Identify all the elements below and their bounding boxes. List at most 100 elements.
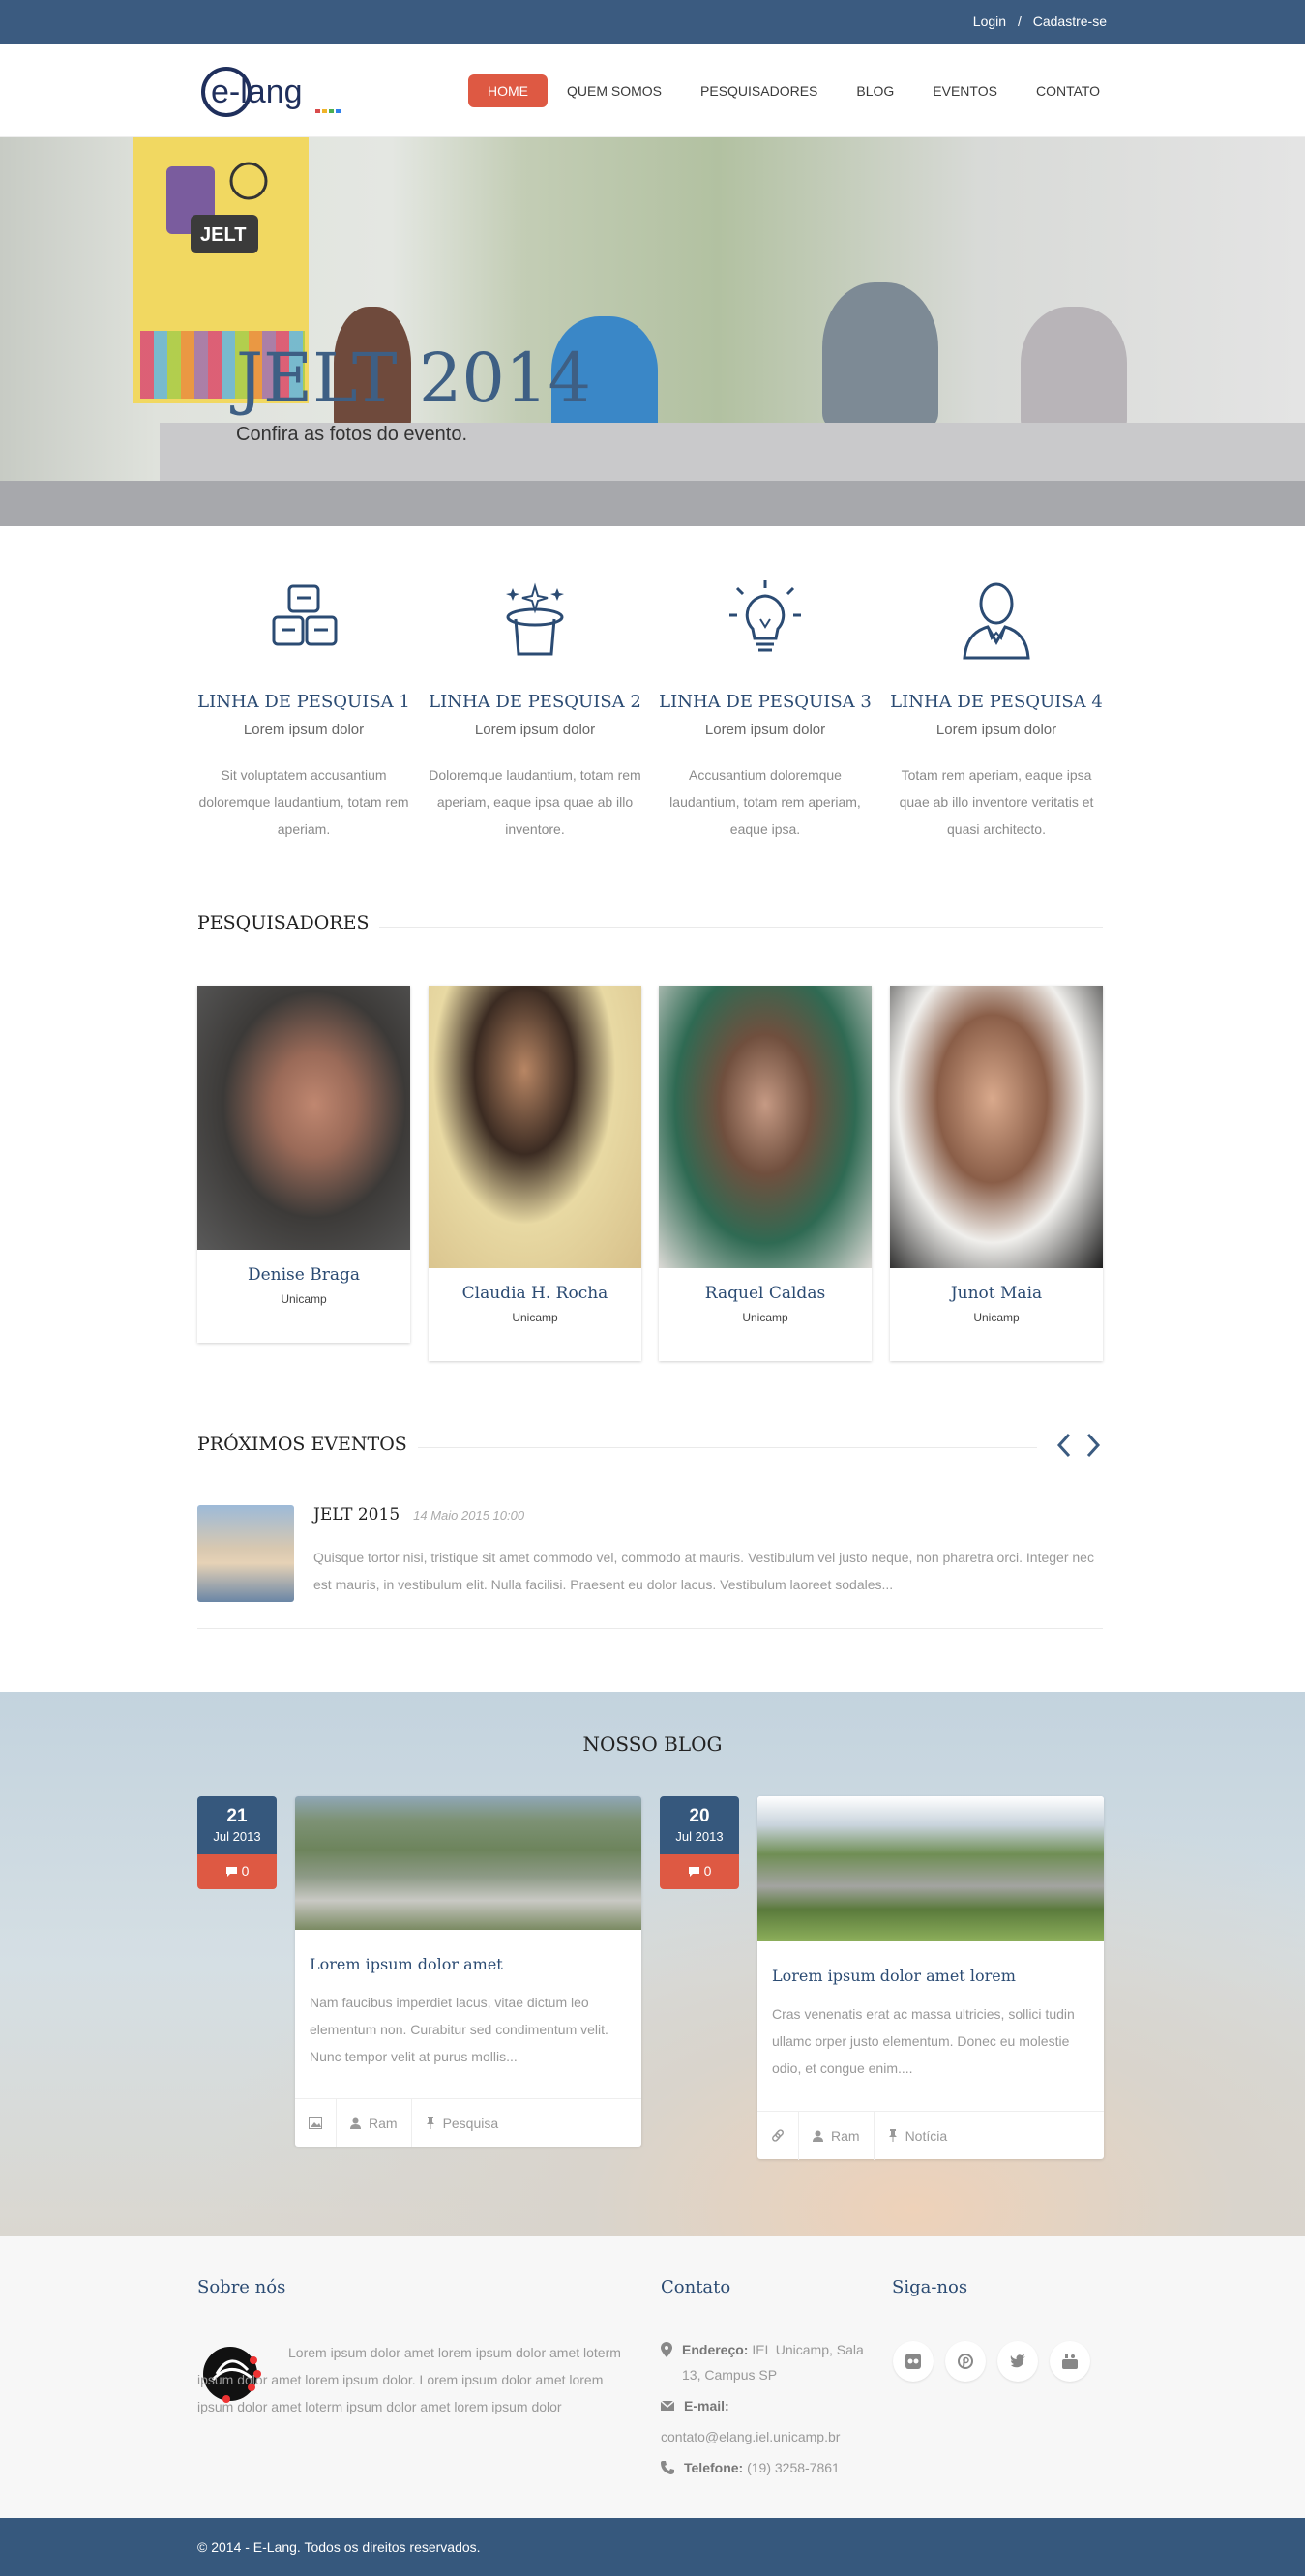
research-lines-section [0,526,1305,894]
nav-item-blog[interactable]: BLOG [837,74,913,107]
about-text: Lorem ipsum dolor amet lorem ipsum dolor… [197,2345,621,2414]
site-logo[interactable]: e-lang [199,61,364,119]
main-nav: HOME QUEM SOMOS PESQUISADORES BLOG EVENTOS CO… [468,74,1119,107]
post-author-name: Ram [369,2115,398,2131]
research-line-3: LINHA DE PESQUISA 3 Lorem ipsum dolor Accu… [659,578,872,843]
nav-item-pesquisadores[interactable]: PESQUISADORES [681,74,837,107]
post-image[interactable] [757,1796,1104,1941]
post-date-badge: 20 Jul 2013 0 [660,1796,739,1889]
researcher-institution: Unicamp [742,1311,788,1324]
post-title[interactable]: Lorem ipsum dolor amet lorem [772,1967,1088,1985]
contact-phone: Telefone: (19) 3258-7861 [661,2455,874,2480]
user-icon [350,2117,361,2129]
post-date: 20 Jul 2013 [660,1796,739,1854]
pinterest-link[interactable] [945,2341,986,2382]
research-line-2: LINHA DE PESQUISA 2 Lorem ipsum dolor Dolo… [429,578,641,843]
flickr-icon [905,2354,921,2369]
researcher-institution: Unicamp [973,1311,1020,1324]
events-next-button[interactable] [1083,1432,1103,1459]
researcher-photo [197,986,410,1250]
post-excerpt: Nam faucibus imperdiet lacus, vitae dict… [310,1995,608,2064]
signup-link[interactable]: Cadastre-se [1033,14,1107,29]
post-meta: Ram Notícia [757,2111,1104,2160]
post-comments-count[interactable]: 0 [660,1854,739,1889]
copyright-bar: © 2014 - E-Lang. Todos os direitos reser… [0,2518,1305,2576]
event-title-text: JELT 2015 [313,1505,400,1525]
twitter-link[interactable] [997,2341,1038,2382]
flickr-link[interactable] [893,2341,934,2382]
blocks-icon [272,584,338,646]
post-author[interactable]: Ram [337,2098,412,2147]
pin-icon [426,2117,434,2129]
researcher-card[interactable]: Denise Braga Unicamp [197,986,410,1343]
researcher-photo [429,986,641,1268]
researcher-card[interactable]: Junot Maia Unicamp [890,986,1103,1361]
blog-heading: NOSSO BLOG [582,1732,723,1756]
youtube-link[interactable] [1050,2341,1090,2382]
banner-text: JELT [200,224,246,246]
hero-subtitle: Confira as fotos do evento. [236,424,468,445]
hero-title: JELT 2014 [236,339,592,418]
account-separator: / [1017,14,1022,29]
link-icon [772,2128,784,2142]
researcher-card[interactable]: Raquel Caldas Unicamp [659,986,872,1361]
research-line-title[interactable]: LINHA DE PESQUISA 2 [429,692,641,712]
post-image[interactable] [295,1796,641,1930]
contact-email-row: contato@elang.iel.unicamp.br [661,2424,874,2449]
about-heading: Sobre nós [197,2277,286,2297]
chevron-right-icon [1086,1433,1101,1458]
envelope-icon [661,2400,674,2411]
research-line-title[interactable]: LINHA DE PESQUISA 4 [890,692,1103,712]
login-link[interactable]: Login [973,14,1006,29]
post-category[interactable]: Notícia [875,2112,962,2160]
contact-address-label: Endereço: [682,2342,749,2357]
research-line-title[interactable]: LINHA DE PESQUISA 1 [197,692,410,712]
events-prev-button[interactable] [1054,1432,1074,1459]
events-heading: PRÓXIMOS EVENTOS [197,1434,407,1455]
panel-person-3 [822,282,938,428]
contact-phone-value: (19) 3258-7861 [747,2460,840,2475]
post-comments-count[interactable]: 0 [197,1854,277,1889]
user-icon [813,2130,823,2142]
post-category[interactable]: Pesquisa [412,2099,513,2147]
blog-post-card: Lorem ipsum dolor amet Nam faucibus imper… [295,1796,641,2147]
lightbulb-icon [729,580,801,652]
phone-icon [661,2461,674,2474]
event-thumbnail [197,1505,294,1602]
elang-logo-icon: e-lang [201,67,341,117]
image-icon [309,2117,322,2129]
research-line-subtitle: Lorem ipsum dolor [704,722,826,738]
event-title: JELT 2015 14 Maio 2015 10:00 [313,1505,524,1525]
hero-slider[interactable]: JELT JELT 2014 Confira as fotos do event… [0,137,1305,526]
post-category-name: Pesquisa [442,2115,499,2131]
nav-item-eventos[interactable]: EVENTOS [913,74,1017,107]
research-line-text: Accusantium doloremque laudantium, totam… [669,767,861,837]
post-title[interactable]: Lorem ipsum dolor amet [310,1955,626,1973]
researcher-name[interactable]: Claudia H. Rocha [429,1284,641,1303]
contact-phone-text: Telefone: (19) 3258-7861 [684,2455,840,2480]
post-day: 20 [689,1806,710,1826]
researcher-name[interactable]: Denise Braga [197,1265,410,1285]
researcher-name[interactable]: Junot Maia [890,1284,1103,1303]
nav-item-home[interactable]: HOME [468,74,548,107]
logo-wordmark: e-lang [211,74,303,110]
research-line-title[interactable]: LINHA DE PESQUISA 3 [659,692,872,712]
post-author[interactable]: Ram [799,2111,875,2160]
researcher-card[interactable]: Claudia H. Rocha Unicamp [429,986,641,1361]
post-author-name: Ram [831,2127,860,2144]
research-line-text: Sit voluptatem accusantium doloremque la… [198,767,409,837]
researcher-institution: Unicamp [281,1292,327,1306]
researcher-name[interactable]: Raquel Caldas [659,1284,872,1303]
nav-item-contato[interactable]: CONTATO [1017,74,1119,107]
contact-address: Endereço: IEL Unicamp, Sala 13, Campus S… [661,2337,874,2387]
contact-address-text: Endereço: IEL Unicamp, Sala 13, Campus S… [682,2337,874,2387]
post-category-name: Notícia [905,2127,948,2144]
contact-info: Endereço: IEL Unicamp, Sala 13, Campus S… [661,2337,874,2486]
contact-email-link[interactable]: contato@elang.iel.unicamp.br [661,2424,840,2449]
post-comments-value: 0 [241,1863,250,1879]
blog-section: NOSSO BLOG 21 Jul 2013 0 Lorem ipsum dolor … [0,1692,1305,2236]
nav-item-quem-somos[interactable]: QUEM SOMOS [548,74,681,107]
research-line-text: Totam rem aperiam, eaque ipsa quae ab il… [899,767,1094,837]
contact-phone-label: Telefone: [684,2460,744,2475]
person-icon [963,582,1030,660]
